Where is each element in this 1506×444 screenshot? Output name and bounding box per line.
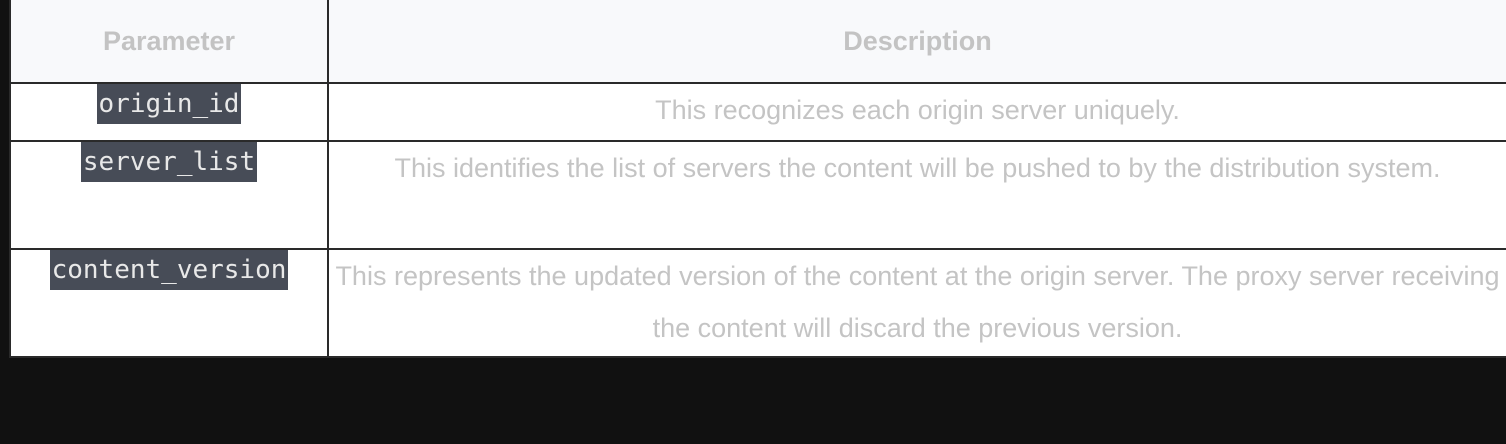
- parameter-name: server_list: [80, 142, 258, 182]
- header-parameter: Parameter: [9, 0, 329, 84]
- parameter-name: content_version: [49, 250, 289, 290]
- description-cell: This represents the updated version of t…: [327, 248, 1506, 358]
- parameter-cell: origin_id: [9, 82, 329, 142]
- parameter-name: origin_id: [96, 84, 242, 124]
- parameters-table: Parameter Description origin_id This rec…: [9, 0, 1506, 358]
- parameter-cell: content_version: [9, 248, 329, 358]
- description-cell: This identifies the list of servers the …: [327, 140, 1506, 250]
- description-cell: This recognizes each origin server uniqu…: [327, 82, 1506, 142]
- table-header-row: Parameter Description: [9, 0, 1506, 84]
- table-row: content_version This represents the upda…: [9, 248, 1506, 358]
- parameter-cell: server_list: [9, 140, 329, 250]
- table-row: origin_id This recognizes each origin se…: [9, 82, 1506, 142]
- header-description: Description: [327, 0, 1506, 84]
- table-row: server_list This identifies the list of …: [9, 140, 1506, 250]
- page-frame: Parameter Description origin_id This rec…: [0, 0, 1506, 444]
